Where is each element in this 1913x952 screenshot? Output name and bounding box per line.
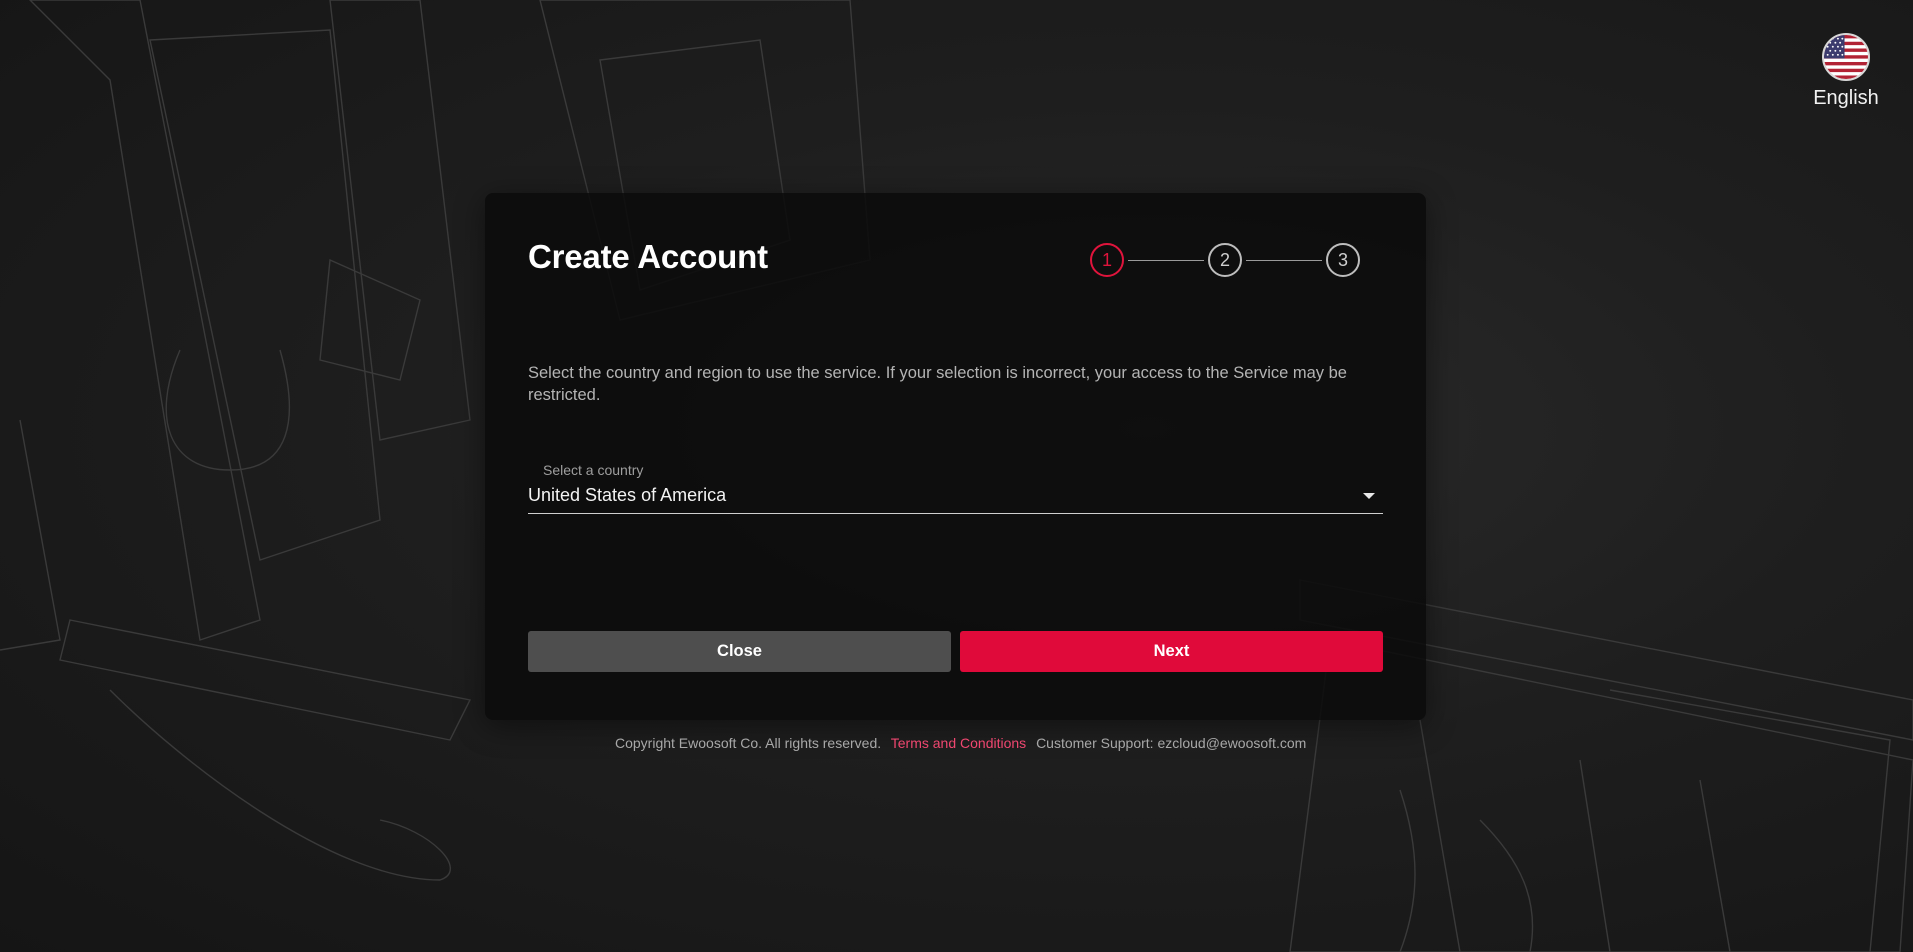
terms-link[interactable]: Terms and Conditions bbox=[891, 735, 1026, 751]
step-indicator: 1 2 3 bbox=[1090, 243, 1360, 277]
select-underline bbox=[528, 513, 1383, 514]
page-title: Create Account bbox=[528, 238, 768, 275]
step-3: 3 bbox=[1326, 243, 1360, 277]
support-text: Customer Support: ezcloud@ewoosoft.com bbox=[1036, 735, 1307, 751]
language-selector[interactable]: English bbox=[1810, 33, 1882, 110]
step-connector bbox=[1246, 259, 1322, 261]
country-select-label: Select a country bbox=[543, 462, 644, 478]
us-flag-icon[interactable] bbox=[1822, 33, 1870, 81]
footer: Copyright Ewoosoft Co. All rights reserv… bbox=[615, 735, 1312, 751]
create-account-card: Create Account 1 2 3 Select the country … bbox=[485, 193, 1426, 720]
next-button[interactable]: Next bbox=[960, 631, 1383, 672]
step-connector bbox=[1128, 259, 1204, 261]
instruction-text: Select the country and region to use the… bbox=[528, 364, 1347, 404]
country-select-value[interactable]: United States of America bbox=[528, 485, 726, 506]
step-1: 1 bbox=[1090, 243, 1124, 277]
country-select[interactable]: Select a country United States of Americ… bbox=[528, 462, 1383, 514]
close-button[interactable]: Close bbox=[528, 631, 951, 672]
caret-down-icon[interactable] bbox=[1363, 493, 1375, 499]
language-label[interactable]: English bbox=[1813, 87, 1879, 110]
copyright-text: Copyright Ewoosoft Co. All rights reserv… bbox=[615, 735, 882, 751]
step-2: 2 bbox=[1208, 243, 1242, 277]
